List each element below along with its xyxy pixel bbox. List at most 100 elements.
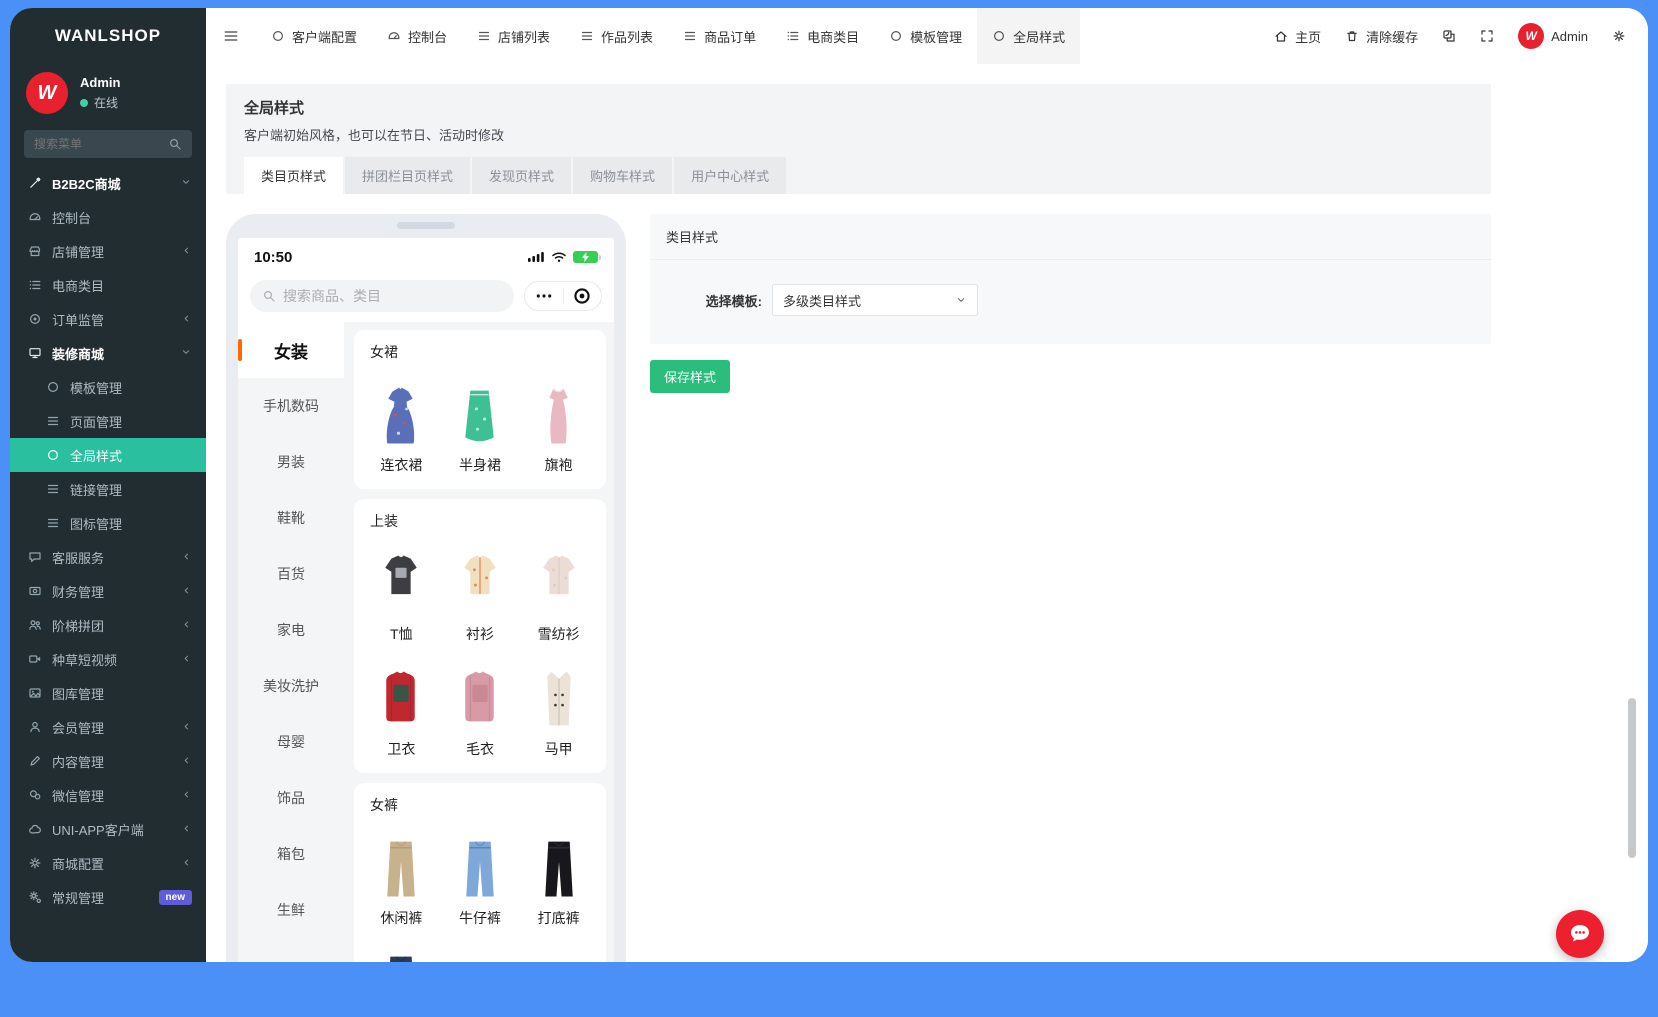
phone-category-饰品[interactable]: 饰品 [238, 770, 344, 826]
image-icon [24, 686, 46, 700]
product-item-马甲[interactable]: 马甲 [519, 656, 598, 759]
nav-tab-label: 店铺列表 [498, 27, 550, 46]
sidebar-item-label: 阶梯拼团 [52, 616, 181, 635]
product-item-雪纺衫[interactable]: 雪纺衫 [519, 541, 598, 644]
clear-cache-button[interactable]: 清除缓存 [1345, 27, 1418, 46]
avatar[interactable]: W [26, 72, 68, 114]
workspace: 10:50 [226, 214, 1491, 962]
sidebar-item-电商类目[interactable]: 电商类目 [10, 268, 206, 302]
sidebar-item-商城配置[interactable]: 商城配置 [10, 846, 206, 880]
style-tab-类目页样式[interactable]: 类目页样式 [244, 157, 343, 194]
sidebar-item-阶梯拼团[interactable]: 阶梯拼团 [10, 608, 206, 642]
sidebar-item-装修商城[interactable]: 装修商城 [10, 336, 206, 370]
sidebar-item-全局样式[interactable]: 全局样式 [10, 438, 206, 472]
phone-category-手机数码[interactable]: 手机数码 [238, 378, 344, 434]
sidebar-item-label: 控制台 [52, 208, 192, 227]
list-icon [42, 516, 64, 530]
dashboard-icon [387, 29, 401, 43]
nav-tab-店铺列表[interactable]: 店铺列表 [462, 8, 565, 64]
product-name: 马甲 [545, 739, 573, 759]
menu-toggle-icon[interactable] [206, 8, 256, 64]
style-tab-发现页样式[interactable]: 发现页样式 [472, 157, 571, 194]
sidebar-item-图库管理[interactable]: 图库管理 [10, 676, 206, 710]
nav-tab-全局样式[interactable]: 全局样式 [977, 8, 1080, 64]
sidebar-item-页面管理[interactable]: 页面管理 [10, 404, 206, 438]
product-item-卫衣[interactable]: 卫衣 [362, 656, 441, 759]
sidebar-item-控制台[interactable]: 控制台 [10, 200, 206, 234]
scrollbar-thumb[interactable] [1628, 698, 1636, 858]
product-item-半身裙[interactable]: 半身裙 [441, 372, 520, 475]
sidebar-item-店铺管理[interactable]: 店铺管理 [10, 234, 206, 268]
product-item-T恤[interactable]: T恤 [362, 541, 441, 644]
template-select[interactable]: 多级类目样式 [772, 284, 978, 316]
nav-tab-模板管理[interactable]: 模板管理 [874, 8, 977, 64]
sidebar-item-UNI-APP客户端[interactable]: UNI-APP客户端 [10, 812, 206, 846]
signal-icon [528, 251, 545, 263]
sidebar-item-label: 内容管理 [52, 752, 181, 771]
sidebar-item-B2B2C商城[interactable]: B2B2C商城 [10, 166, 206, 200]
save-style-button[interactable]: 保存样式 [650, 360, 730, 393]
sidebar-item-链接管理[interactable]: 链接管理 [10, 472, 206, 506]
chevron-down-icon [180, 346, 192, 361]
sidebar-item-label: 页面管理 [70, 412, 192, 431]
nav-tab-label: 电商类目 [807, 27, 859, 46]
product-item-休闲裤[interactable]: 休闲裤 [362, 825, 441, 928]
settings-gear-icon[interactable] [1612, 29, 1626, 43]
sidebar-item-客服服务[interactable]: 客服服务 [10, 540, 206, 574]
phone-category-生鲜[interactable]: 生鲜 [238, 882, 344, 938]
phone-category-百货[interactable]: 百货 [238, 546, 344, 602]
close-target-icon[interactable] [572, 286, 592, 306]
sidebar-item-会员管理[interactable]: 会员管理 [10, 710, 206, 744]
sidebar-item-模板管理[interactable]: 模板管理 [10, 370, 206, 404]
product-item-打底裤[interactable]: 打底裤 [519, 825, 598, 928]
sidebar-item-内容管理[interactable]: 内容管理 [10, 744, 206, 778]
phone-category-箱包[interactable]: 箱包 [238, 826, 344, 882]
sidebar-search-input[interactable] [34, 137, 168, 151]
product-item-衬衫[interactable]: 衬衫 [441, 541, 520, 644]
style-tab-购物车样式[interactable]: 购物车样式 [573, 157, 672, 194]
customer-service-chat-button[interactable] [1556, 910, 1604, 958]
product-item-旗袍[interactable]: 旗袍 [519, 372, 598, 475]
phone-category-家电[interactable]: 家电 [238, 602, 344, 658]
phone-search-input[interactable] [283, 288, 502, 304]
sidebar-item-图标管理[interactable]: 图标管理 [10, 506, 206, 540]
nav-tab-电商类目[interactable]: 电商类目 [771, 8, 874, 64]
chevron-down-icon [180, 176, 192, 191]
chevron-left-icon [181, 652, 192, 667]
fullscreen-icon[interactable] [1480, 29, 1494, 43]
sidebar-item-常规管理[interactable]: 常规管理new [10, 880, 206, 914]
phone-screen: 10:50 [238, 238, 614, 962]
product-item-连衣裙[interactable]: 连衣裙 [362, 372, 441, 475]
user-menu[interactable]: W Admin [1518, 23, 1588, 49]
sidebar-item-种草短视频[interactable]: 种草短视频 [10, 642, 206, 676]
sidebar-item-财务管理[interactable]: 财务管理 [10, 574, 206, 608]
sidebar-item-label: 会员管理 [52, 718, 181, 737]
chevron-left-icon [181, 312, 192, 327]
nav-tab-客户端配置[interactable]: 客户端配置 [256, 8, 372, 64]
sidebar-item-微信管理[interactable]: 微信管理 [10, 778, 206, 812]
section-title: 女裤 [370, 795, 598, 815]
home-link[interactable]: 主页 [1274, 27, 1321, 46]
nav-tab-控制台[interactable]: 控制台 [372, 8, 462, 64]
nav-tab-商品订单[interactable]: 商品订单 [668, 8, 771, 64]
phone-category-鞋靴[interactable]: 鞋靴 [238, 490, 344, 546]
monitor-icon [24, 346, 46, 360]
money-icon [24, 584, 46, 598]
product-item-牛仔裤[interactable]: 牛仔裤 [441, 825, 520, 928]
phone-category-男装[interactable]: 男装 [238, 434, 344, 490]
phone-category-美妆洗护[interactable]: 美妆洗护 [238, 658, 344, 714]
product-item-partial[interactable] [362, 940, 441, 962]
phone-category-女装[interactable]: 女装 [238, 322, 344, 378]
more-dots-icon[interactable] [534, 286, 554, 306]
sidebar: WANLSHOP W Admin 在线 B2B2C商城控制台店铺管理电商类目订单… [10, 8, 206, 962]
sidebar-item-订单监管[interactable]: 订单监管 [10, 302, 206, 336]
circle-icon [992, 29, 1006, 43]
nav-tab-作品列表[interactable]: 作品列表 [565, 8, 668, 64]
style-tab-拼团栏目页样式[interactable]: 拼团栏目页样式 [345, 157, 470, 194]
phone-search[interactable] [250, 280, 514, 312]
translate-icon[interactable] [1442, 29, 1456, 43]
search-icon[interactable] [168, 137, 182, 151]
product-item-毛衣[interactable]: 毛衣 [441, 656, 520, 759]
phone-category-母婴[interactable]: 母婴 [238, 714, 344, 770]
style-tab-用户中心样式[interactable]: 用户中心样式 [674, 157, 786, 194]
